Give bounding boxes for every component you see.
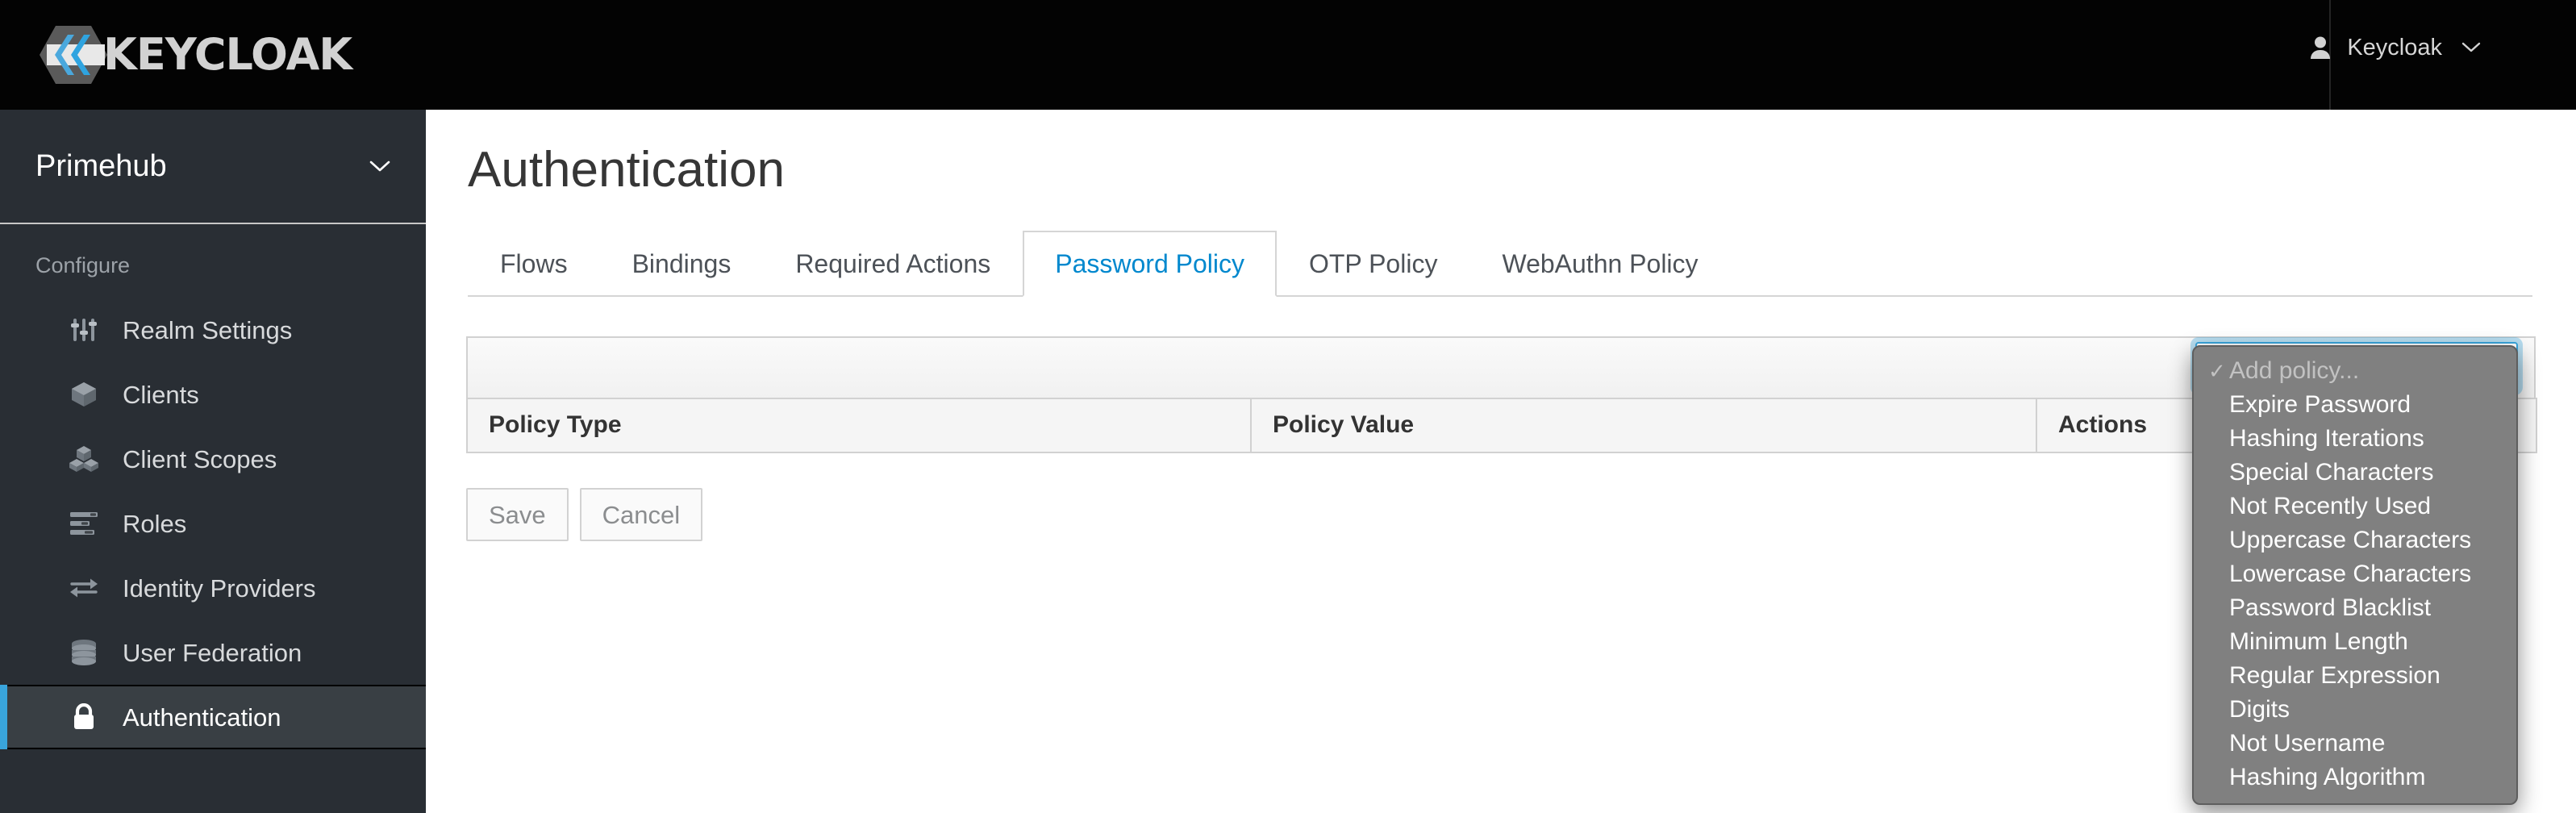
tab-label: Flows	[500, 249, 568, 278]
dropdown-option-label: Add policy...	[2229, 357, 2360, 384]
tab-bar: Flows Bindings Required Actions Password…	[468, 231, 2532, 297]
tab-webauthn-policy[interactable]: WebAuthn Policy	[1469, 231, 1730, 295]
tab-required-actions[interactable]: Required Actions	[763, 231, 1023, 295]
user-menu-button[interactable]: Keycloak	[2310, 35, 2481, 60]
sidebar-item-authentication[interactable]: Authentication	[0, 685, 426, 749]
dropdown-option-digits[interactable]: Digits	[2194, 693, 2516, 727]
sidebar-item-label: Realm Settings	[123, 315, 293, 344]
sidebar-item-clients[interactable]: Clients	[0, 362, 426, 427]
lock-icon	[68, 701, 100, 733]
dropdown-option-not-username[interactable]: Not Username	[2194, 727, 2516, 761]
save-button[interactable]: Save	[466, 488, 569, 541]
dropdown-option-label: Expire Password	[2229, 391, 2411, 418]
tab-label: Password Policy	[1055, 249, 1244, 278]
realm-name: Primehub	[35, 149, 167, 183]
user-menu-label: Keycloak	[2347, 34, 2442, 60]
tab-otp-policy[interactable]: OTP Policy	[1277, 231, 1469, 295]
keycloak-logo-icon	[39, 23, 108, 87]
tab-label: OTP Policy	[1308, 249, 1438, 278]
brand-wordmark: KEYCLOAK	[103, 29, 352, 80]
masthead: KEYCLOAK Keycloak	[0, 0, 2576, 110]
sidebar-item-realm-settings[interactable]: Realm Settings	[0, 298, 426, 362]
add-policy-dropdown-list: ✓ Add policy... Expire Password Hashing …	[2192, 345, 2518, 805]
dropdown-option-password-blacklist[interactable]: Password Blacklist	[2194, 591, 2516, 625]
column-header-policy-type: Policy Type	[466, 398, 1252, 453]
user-avatar-icon	[2310, 35, 2331, 60]
tab-label: WebAuthn Policy	[1502, 249, 1699, 278]
dropdown-option-label: Hashing Algorithm	[2229, 764, 2426, 790]
dropdown-option-regular-expression[interactable]: Regular Expression	[2194, 659, 2516, 693]
sidebar-item-client-scopes[interactable]: Client Scopes	[0, 427, 426, 491]
dropdown-option-label: Hashing Iterations	[2229, 425, 2424, 452]
page-title: Authentication	[468, 142, 785, 198]
brand-logo[interactable]: KEYCLOAK	[39, 23, 352, 87]
tab-flows[interactable]: Flows	[468, 231, 600, 295]
dropdown-option-label: Lowercase Characters	[2229, 561, 2472, 587]
dropdown-option-add-policy[interactable]: ✓ Add policy...	[2194, 354, 2516, 388]
dropdown-option-lowercase-characters[interactable]: Lowercase Characters	[2194, 557, 2516, 591]
chevron-down-icon	[369, 160, 390, 173]
form-actions: Save Cancel	[466, 488, 703, 541]
dropdown-option-label: Regular Expression	[2229, 662, 2441, 689]
dropdown-option-label: Special Characters	[2229, 459, 2434, 486]
sidebar-item-user-federation[interactable]: User Federation	[0, 620, 426, 685]
chevron-down-icon	[2461, 42, 2481, 53]
sidebar-item-label: Roles	[123, 509, 187, 538]
check-icon: ✓	[2208, 359, 2226, 383]
dropdown-option-minimum-length[interactable]: Minimum Length	[2194, 625, 2516, 659]
sidebar-item-label: Authentication	[123, 703, 281, 732]
sidebar-item-label: Client Scopes	[123, 444, 277, 473]
dropdown-option-label: Password Blacklist	[2229, 594, 2432, 621]
sidebar-item-identity-providers[interactable]: Identity Providers	[0, 556, 426, 620]
dropdown-option-special-characters[interactable]: Special Characters	[2194, 456, 2516, 490]
dropdown-option-hashing-iterations[interactable]: Hashing Iterations	[2194, 422, 2516, 456]
sidebar: Primehub Configure Realm Settings Client…	[0, 110, 426, 813]
dropdown-option-label: Uppercase Characters	[2229, 527, 2472, 553]
sidebar-item-label: Identity Providers	[123, 573, 316, 602]
tab-password-policy[interactable]: Password Policy	[1023, 231, 1277, 297]
dropdown-option-uppercase-characters[interactable]: Uppercase Characters	[2194, 523, 2516, 557]
dropdown-option-not-recently-used[interactable]: Not Recently Used	[2194, 490, 2516, 523]
list-bars-icon	[68, 507, 100, 540]
cube-icon	[68, 378, 100, 411]
tab-bindings[interactable]: Bindings	[600, 231, 764, 295]
tab-label: Bindings	[631, 249, 732, 278]
column-header-policy-value: Policy Value	[1250, 398, 2037, 453]
cancel-button[interactable]: Cancel	[579, 488, 703, 541]
sidebar-item-label: User Federation	[123, 638, 302, 667]
dropdown-option-label: Not Username	[2229, 730, 2386, 757]
tab-label: Required Actions	[795, 249, 991, 278]
database-icon	[68, 636, 100, 669]
dropdown-option-hashing-algorithm[interactable]: Hashing Algorithm	[2194, 761, 2516, 794]
sliders-icon	[68, 314, 100, 346]
sidebar-item-label: Clients	[123, 380, 199, 409]
realm-selector[interactable]: Primehub	[0, 110, 426, 224]
sidebar-item-roles[interactable]: Roles	[0, 491, 426, 556]
cubes-icon	[68, 443, 100, 475]
dropdown-option-label: Not Recently Used	[2229, 493, 2432, 519]
exchange-arrows-icon	[68, 572, 100, 604]
dropdown-option-expire-password[interactable]: Expire Password	[2194, 388, 2516, 422]
nav-section-title: Configure	[35, 253, 131, 277]
dropdown-option-label: Digits	[2229, 696, 2290, 723]
dropdown-option-label: Minimum Length	[2229, 628, 2408, 655]
